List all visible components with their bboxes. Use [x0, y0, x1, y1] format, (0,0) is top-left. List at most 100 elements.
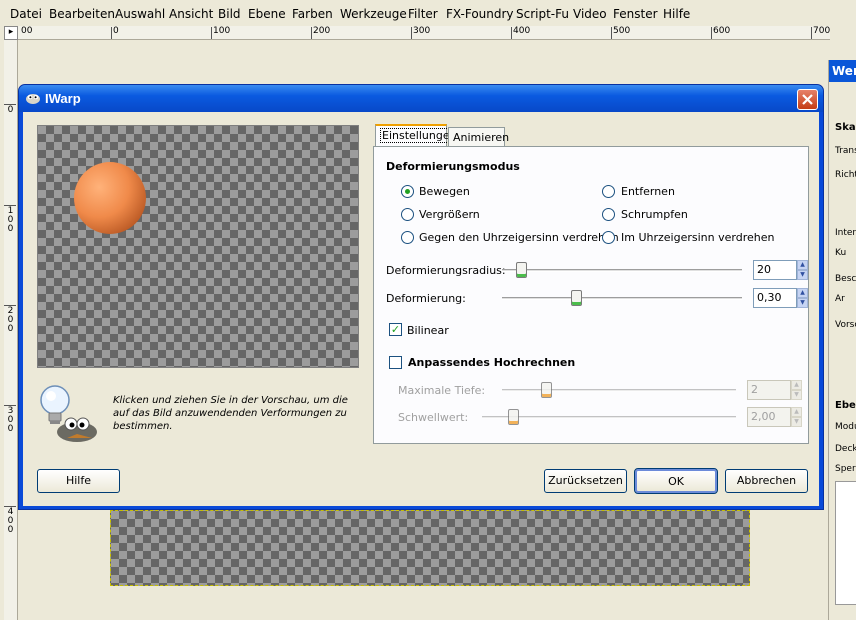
radio-label[interactable]: Vergrößern	[419, 208, 480, 221]
close-icon	[802, 94, 813, 105]
amount-spin-buttons[interactable]: ▲ ▼	[797, 288, 808, 308]
preview-sphere	[74, 162, 146, 234]
lightbulb-wilber-icon	[40, 385, 97, 442]
radio-schrumpfen[interactable]	[602, 208, 615, 221]
supersample-checkbox[interactable]	[389, 356, 402, 369]
iwarp-dialog: IWarp Klicken und ziehen Sie in der Vors…	[18, 84, 824, 510]
max-depth-slider-handle	[541, 382, 552, 398]
dock-label: Ar	[835, 294, 845, 304]
radius-value: 20	[757, 263, 771, 276]
menu-werkzeuge[interactable]: Werkzeuge	[340, 7, 407, 21]
spin-up-icon[interactable]: ▲	[797, 288, 808, 298]
dock-label: Ku	[835, 248, 847, 258]
menu-hilfe[interactable]: Hilfe	[663, 7, 690, 21]
threshold-slider-track	[482, 416, 736, 419]
radius-slider-handle[interactable]	[516, 262, 527, 278]
menu-filter[interactable]: Filter	[408, 7, 438, 21]
dock-label: Interp	[835, 228, 856, 238]
horizontal-ruler: 00 0 100 200 300 400 500 600 700	[18, 26, 830, 40]
ruler-label: 4 0 0	[7, 507, 14, 535]
amount-slider-handle[interactable]	[571, 290, 582, 306]
threshold-value: 2,00	[751, 410, 776, 423]
vertical-ruler: 0 1 0 0 2 0 0 3 0 0 4 0 0	[4, 40, 18, 620]
menu-fenster[interactable]: Fenster	[613, 7, 658, 21]
reset-button[interactable]: Zurücksetzen	[544, 469, 627, 493]
radio-label[interactable]: Bewegen	[419, 185, 470, 198]
bilinear-label[interactable]: Bilinear	[407, 324, 449, 337]
ruler-label: 200	[313, 26, 331, 36]
ruler-corner-button[interactable]: ▸	[4, 26, 18, 40]
menu-datei[interactable]: Datei	[10, 7, 42, 21]
deformation-preview[interactable]	[37, 125, 359, 368]
amount-value: 0,30	[757, 291, 782, 304]
radio-bewegen[interactable]	[401, 185, 414, 198]
ruler-tick	[811, 27, 812, 39]
radio-label[interactable]: Schrumpfen	[621, 208, 688, 221]
tab-animieren[interactable]: Animieren	[448, 127, 509, 147]
dock-label: Richtu	[835, 170, 856, 180]
amount-spinbox[interactable]: 0,30 ▲ ▼	[753, 288, 808, 308]
ruler-label: 3 0 0	[7, 406, 14, 434]
menu-ebene[interactable]: Ebene	[248, 7, 286, 21]
cancel-button[interactable]: Abbrechen	[725, 469, 808, 493]
tab-einstellungen[interactable]: Einstellungen	[375, 124, 459, 146]
menu-bearbeiten[interactable]: Bearbeiten	[49, 7, 115, 21]
ruler-tick	[211, 27, 212, 39]
dock-label: Sperr	[835, 464, 856, 474]
ruler-tick	[311, 27, 312, 39]
radio-entfernen[interactable]	[602, 185, 615, 198]
dock-label: Ebe	[835, 400, 856, 411]
ruler-label: 700	[813, 26, 831, 36]
bilinear-checkbox[interactable]: ✓	[389, 323, 402, 336]
settings-panel: Deformierungsmodus Bewegen Entfernen Ver…	[373, 146, 809, 444]
radio-gegen-uhrzeigersinn[interactable]	[401, 231, 414, 244]
menu-auswahl[interactable]: Auswahl	[115, 7, 165, 21]
menu-script-fu[interactable]: Script-Fu	[516, 7, 569, 21]
radio-label[interactable]: Entfernen	[621, 185, 675, 198]
dock-label: Trans	[835, 146, 856, 156]
radius-slider-track[interactable]	[502, 269, 742, 272]
spin-up-icon[interactable]: ▲	[797, 260, 808, 270]
close-button[interactable]	[797, 89, 818, 110]
ruler-tick	[411, 27, 412, 39]
menu-bild[interactable]: Bild	[218, 7, 241, 21]
ok-button[interactable]: OK	[634, 468, 718, 494]
image-layer-transparent[interactable]	[110, 510, 750, 586]
spin-down-icon[interactable]: ▼	[797, 270, 808, 280]
ruler-label: 1 0 0	[7, 206, 14, 234]
supersample-label[interactable]: Anpassendes Hochrechnen	[408, 356, 575, 369]
layers-list[interactable]	[835, 481, 856, 605]
menu-video[interactable]: Video	[573, 7, 607, 21]
dialog-title: IWarp	[45, 91, 81, 106]
dialog-titlebar[interactable]: IWarp	[19, 85, 823, 112]
ruler-label: 00	[21, 26, 33, 36]
spin-down-icon[interactable]: ▼	[797, 298, 808, 308]
max-depth-slider-track	[502, 389, 736, 392]
radio-label[interactable]: Gegen den Uhrzeigersinn verdrehen	[419, 231, 619, 244]
toolbox-dock: Werk Skali Trans Richtu Interp Ku Besch …	[828, 60, 856, 620]
ruler-label: 400	[513, 26, 531, 36]
tab-label: Animieren	[453, 131, 510, 144]
ruler-label: 0	[113, 26, 119, 36]
dock-label: Modu	[835, 422, 856, 432]
radio-vergroessern[interactable]	[401, 208, 414, 221]
max-depth-value: 2	[751, 383, 758, 396]
menu-fx-foundry[interactable]: FX-Foundry	[446, 7, 514, 21]
radius-spin-buttons[interactable]: ▲ ▼	[797, 260, 808, 280]
hint-text: Klicken und ziehen Sie in der Vorschau, …	[113, 395, 348, 432]
menu-ansicht[interactable]: Ansicht	[169, 7, 213, 21]
threshold-label: Schwellwert:	[398, 411, 469, 424]
radius-label: Deformierungsradius:	[386, 264, 506, 277]
help-button[interactable]: Hilfe	[37, 469, 120, 493]
radio-im-uhrzeigersinn[interactable]	[602, 231, 615, 244]
radius-spinbox[interactable]: 20 ▲ ▼	[753, 260, 808, 280]
ruler-tick	[611, 27, 612, 39]
ruler-label: 300	[413, 26, 431, 36]
ruler-tick	[711, 27, 712, 39]
spin-down-icon: ▼	[791, 417, 802, 427]
amount-label: Deformierung:	[386, 292, 466, 305]
menu-farben[interactable]: Farben	[292, 7, 333, 21]
amount-slider-track[interactable]	[502, 297, 742, 300]
radio-label[interactable]: Im Uhrzeigersinn verdrehen	[621, 231, 774, 244]
dock-label: Deck	[835, 444, 856, 454]
